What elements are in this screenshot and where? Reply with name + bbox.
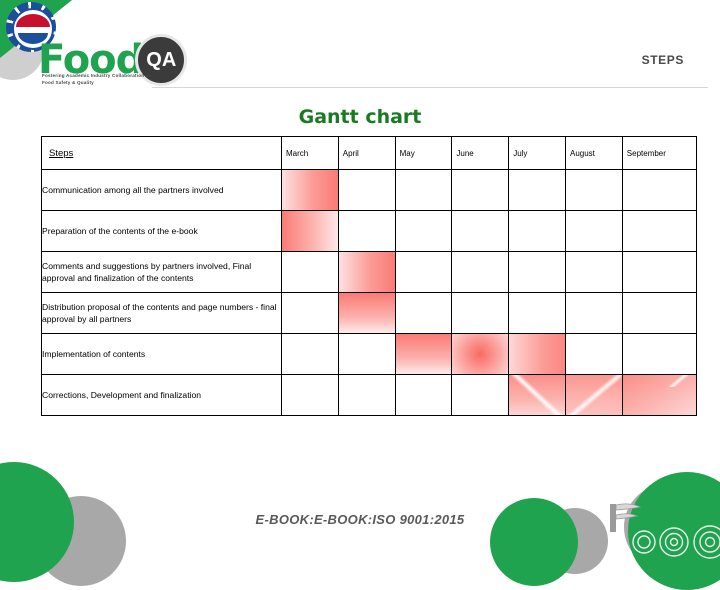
gantt-chart-table: Steps March April May June July August S…	[41, 136, 697, 416]
table-row: Distribution proposal of the contents an…	[41, 292, 697, 334]
header-divider	[152, 87, 708, 88]
column-header-steps-label: Steps	[49, 147, 74, 159]
gantt-cell-may	[394, 251, 453, 293]
task-label-cell: Comments and suggestions by partners inv…	[41, 251, 282, 293]
gantt-bar	[338, 252, 395, 292]
gantt-cell-april	[337, 210, 396, 252]
gantt-cell-march	[281, 374, 339, 416]
gantt-cell-april	[337, 169, 396, 211]
column-header-july: July	[508, 136, 566, 170]
gantt-table-body: Communication among all the partners inv…	[41, 169, 697, 416]
gantt-cell-june	[451, 374, 510, 416]
gantt-bar	[509, 334, 565, 374]
gantt-cell-april	[337, 292, 396, 334]
gantt-cell-august	[564, 169, 623, 211]
gantt-table-header: Steps March April May June July August S…	[41, 136, 697, 170]
gantt-cell-july	[508, 169, 566, 211]
gantt-cell-august	[564, 210, 623, 252]
column-header-march: March	[281, 136, 339, 170]
gantt-cell-april	[337, 333, 396, 375]
gantt-cell-september	[621, 333, 697, 375]
task-label-cell: Preparation of the contents of the e-boo…	[41, 210, 282, 252]
gantt-cell-june	[451, 169, 510, 211]
gantt-cell-april	[337, 251, 396, 293]
gantt-cell-april	[337, 374, 396, 416]
gantt-cell-march	[281, 292, 339, 334]
gantt-cell-march	[281, 333, 339, 375]
column-header-june: June	[451, 136, 510, 170]
gantt-cell-august	[564, 374, 623, 416]
table-row: Communication among all the partners inv…	[41, 169, 697, 211]
gantt-bar	[452, 334, 509, 374]
gantt-cell-july	[508, 210, 566, 252]
gantt-cell-august	[564, 333, 623, 375]
column-header-steps: Steps	[41, 136, 282, 170]
gantt-cell-september	[621, 210, 697, 252]
column-header-may: May	[394, 136, 453, 170]
gantt-cell-september	[621, 292, 697, 334]
gantt-cell-july	[508, 292, 566, 334]
logo-tagline: Fostering Academic Industry Collaboratio…	[42, 73, 151, 86]
gantt-cell-july	[508, 333, 566, 375]
column-header-april: April	[337, 136, 396, 170]
table-row: Comments and suggestions by partners inv…	[41, 251, 697, 293]
gantt-cell-may	[394, 169, 453, 211]
task-label-cell: Communication among all the partners inv…	[41, 169, 282, 211]
table-row: Corrections, Development and finalizatio…	[41, 374, 697, 416]
page-title: Gantt chart	[298, 106, 422, 128]
table-header-row: Steps March April May June July August S…	[41, 136, 697, 170]
gantt-cell-may	[394, 374, 453, 416]
task-label-cell: Implementation of contents	[41, 333, 282, 375]
gantt-cell-august	[564, 292, 623, 334]
gantt-bar	[622, 375, 696, 415]
gantt-cell-june	[451, 251, 510, 293]
gantt-cell-march	[281, 169, 339, 211]
gantt-bar	[395, 334, 452, 374]
gantt-bar	[338, 293, 395, 333]
gantt-cell-june	[451, 292, 510, 334]
gantt-cell-march	[281, 210, 339, 252]
gantt-cell-june	[451, 333, 510, 375]
gantt-cell-september	[621, 374, 697, 416]
table-row: Preparation of the contents of the e-boo…	[41, 210, 697, 252]
gantt-cell-june	[451, 210, 510, 252]
gantt-bar	[282, 170, 338, 210]
gantt-cell-march	[281, 251, 339, 293]
column-header-august: August	[564, 136, 623, 170]
task-label-cell: Distribution proposal of the contents an…	[41, 292, 282, 334]
gantt-cell-may	[394, 210, 453, 252]
header-section-label: STEPS	[641, 53, 684, 67]
gantt-cell-july	[508, 251, 566, 293]
column-header-september: September	[621, 136, 697, 170]
gantt-cell-july	[508, 374, 566, 416]
gantt-cell-may	[394, 333, 453, 375]
gantt-bar	[282, 211, 338, 251]
table-row: Implementation of contents	[41, 333, 697, 375]
gantt-cell-may	[394, 292, 453, 334]
gantt-cell-august	[564, 251, 623, 293]
gantt-bar	[565, 375, 622, 415]
gantt-cell-september	[621, 251, 697, 293]
task-label-cell: Corrections, Development and finalizatio…	[41, 374, 282, 416]
gantt-cell-september	[621, 169, 697, 211]
gantt-bar	[509, 375, 565, 415]
footer-text: E-BOOK:E-BOOK:ISO 9001:2015	[255, 512, 465, 527]
